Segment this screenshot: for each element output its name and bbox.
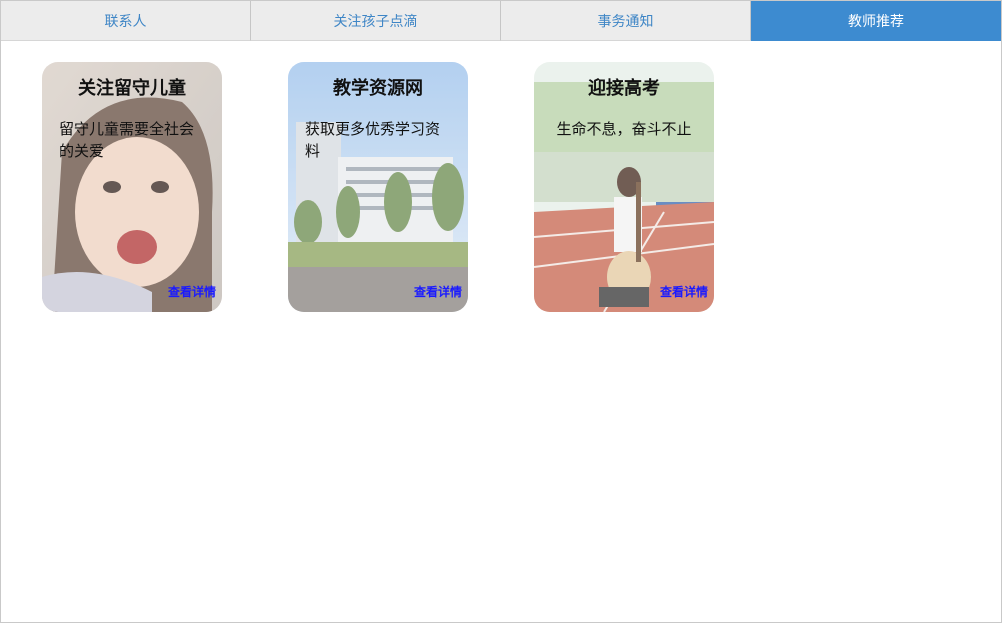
card-title: 迎接高考: [588, 78, 660, 99]
tab-notices[interactable]: 事务通知: [501, 1, 751, 41]
view-details-link[interactable]: 查看详情: [660, 283, 708, 300]
tab-bar: 联系人 关注孩子点滴 事务通知 教师推荐: [1, 1, 1001, 41]
card-left-behind-children: 关注留守儿童 留守儿童需要全社会的关爱 查看详情: [42, 62, 222, 312]
tab-child-moments[interactable]: 关注孩子点滴: [251, 1, 501, 41]
card-description: 留守儿童需要全社会的关爱: [59, 120, 195, 160]
card-gaokao: 迎接高考 生命不息，奋斗不止 查看详情: [534, 62, 714, 312]
view-details-link[interactable]: 查看详情: [168, 283, 216, 300]
card-title: 教学资源网: [333, 78, 423, 99]
card-title: 关注留守儿童: [78, 78, 186, 99]
card-teaching-resources: 教学资源网 获取更多优秀学习资料 查看详情: [288, 62, 468, 312]
tab-contacts[interactable]: 联系人: [1, 1, 251, 41]
tab-teacher-recommend[interactable]: 教师推荐: [751, 1, 1001, 41]
card-description: 生命不息，奋斗不止: [556, 120, 692, 138]
view-details-link[interactable]: 查看详情: [414, 283, 462, 300]
page-frame: 联系人 关注孩子点滴 事务通知 教师推荐 关注留守儿童 留守儿童需要全社会的关爱…: [0, 0, 1002, 623]
card-description: 获取更多优秀学习资料: [305, 120, 441, 160]
